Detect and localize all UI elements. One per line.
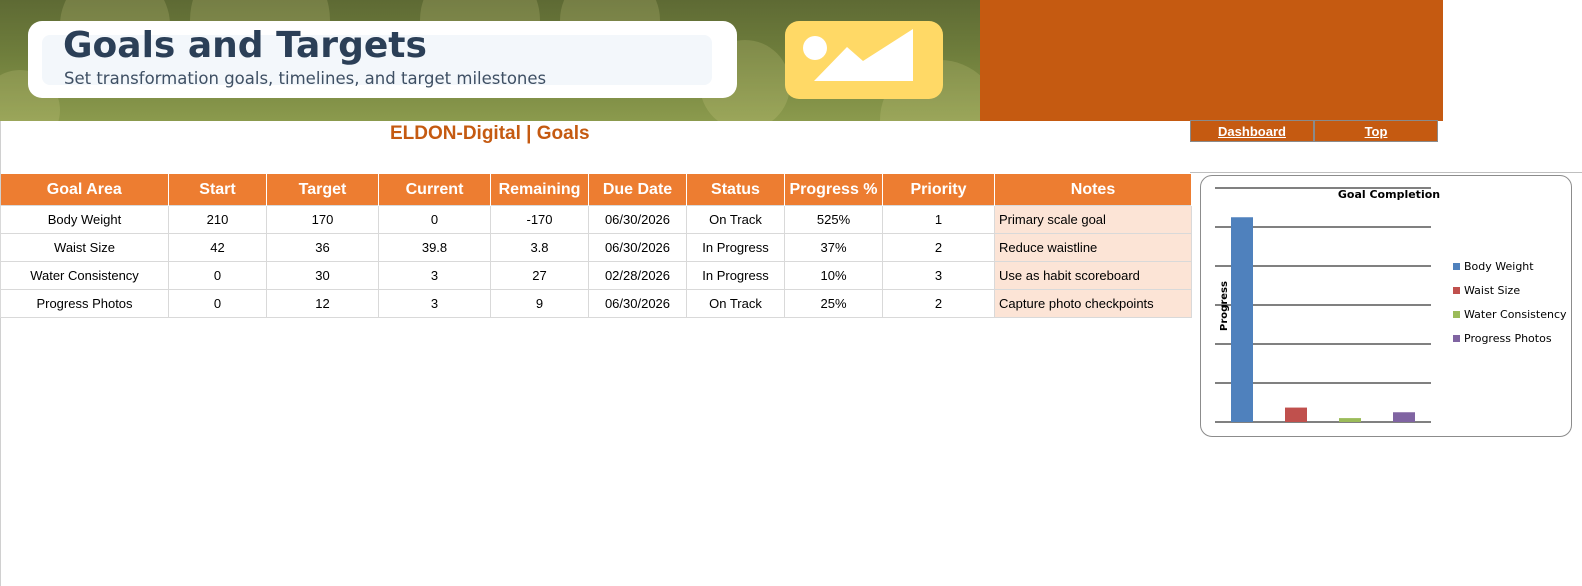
cell-current[interactable]: 0	[378, 205, 491, 234]
cell-progress[interactable]: 10%	[784, 261, 883, 290]
cell-current[interactable]: 3	[378, 261, 491, 290]
bar-water-consistency	[1339, 418, 1361, 422]
column-header-status[interactable]: Status	[686, 174, 785, 206]
bar-waist-size	[1285, 407, 1307, 422]
cell-goal-area[interactable]: Water Consistency	[0, 261, 169, 290]
column-header-due-date[interactable]: Due Date	[588, 174, 687, 206]
column-header-progress[interactable]: Progress %	[784, 174, 883, 206]
column-header-goal-area[interactable]: Goal Area	[0, 174, 169, 206]
cell-progress[interactable]: 525%	[784, 205, 883, 234]
cell-status[interactable]: On Track	[686, 205, 785, 234]
table-row: Water Consistency 0 30 3 27 02/28/2026 I…	[0, 261, 1192, 290]
nav-bar: Dashboard Top	[1190, 120, 1438, 142]
header-accent-block	[980, 0, 1443, 121]
cell-remaining[interactable]: -170	[490, 205, 589, 234]
cell-start[interactable]: 0	[168, 261, 267, 290]
title-card: Goals and Targets Set transformation goa…	[28, 21, 737, 98]
cell-priority[interactable]: 1	[882, 205, 995, 234]
legend-swatch	[1453, 263, 1460, 270]
cell-target[interactable]: 12	[266, 289, 379, 318]
column-header-notes[interactable]: Notes	[994, 174, 1192, 206]
table-row: Progress Photos 0 12 3 9 06/30/2026 On T…	[0, 289, 1192, 318]
legend-label: Water Consistency	[1464, 308, 1567, 321]
cell-target[interactable]: 30	[266, 261, 379, 290]
cell-current[interactable]: 39.8	[378, 233, 491, 262]
column-header-remaining[interactable]: Remaining	[490, 174, 589, 206]
chart-title: Goal Completion	[1338, 188, 1440, 201]
cell-start[interactable]: 210	[168, 205, 267, 234]
cell-remaining[interactable]: 27	[490, 261, 589, 290]
cell-goal-area[interactable]: Waist Size	[0, 233, 169, 262]
cell-progress[interactable]: 37%	[784, 233, 883, 262]
legend-label: Progress Photos	[1464, 332, 1552, 345]
cell-status[interactable]: On Track	[686, 289, 785, 318]
page-title: Goals and Targets	[63, 25, 427, 66]
legend-swatch	[1453, 287, 1460, 294]
cell-priority[interactable]: 2	[882, 233, 995, 262]
header-rule	[1190, 172, 1582, 173]
cell-goal-area[interactable]: Body Weight	[0, 205, 169, 234]
header-banner: Goals and Targets Set transformation goa…	[0, 0, 980, 121]
cell-priority[interactable]: 2	[882, 289, 995, 318]
legend-swatch	[1453, 311, 1460, 318]
cell-remaining[interactable]: 3.8	[490, 233, 589, 262]
cell-priority[interactable]: 3	[882, 261, 995, 290]
page-subtitle: Set transformation goals, timelines, and…	[64, 69, 547, 88]
cell-status[interactable]: In Progress	[686, 261, 785, 290]
cell-current[interactable]: 3	[378, 289, 491, 318]
cell-notes[interactable]: Use as habit scoreboard	[994, 261, 1192, 290]
y-axis-label: Progress	[1219, 281, 1230, 331]
bar-progress-photos	[1393, 412, 1415, 422]
cell-remaining[interactable]: 9	[490, 289, 589, 318]
cell-due-date[interactable]: 06/30/2026	[588, 289, 687, 318]
cell-start[interactable]: 42	[168, 233, 267, 262]
dashboard-link[interactable]: Dashboard	[1190, 120, 1314, 142]
bar-body-weight	[1231, 217, 1253, 422]
table-row: Body Weight 210 170 0 -170 06/30/2026 On…	[0, 205, 1192, 234]
table-header-row: Goal Area Start Target Current Remaining…	[0, 174, 1192, 206]
column-header-priority[interactable]: Priority	[882, 174, 995, 206]
cell-notes[interactable]: Capture photo checkpoints	[994, 289, 1192, 318]
column-header-target[interactable]: Target	[266, 174, 379, 206]
chart-canvas: Goal Completion Progress Body Weight Waist …	[1215, 187, 1567, 423]
brand-label: ELDON-Digital | Goals	[390, 123, 590, 144]
legend-label: Waist Size	[1464, 284, 1520, 297]
image-placeholder	[785, 21, 943, 99]
goals-table: Goal Area Start Target Current Remaining…	[0, 174, 1192, 318]
cell-due-date[interactable]: 02/28/2026	[588, 261, 687, 290]
top-link[interactable]: Top	[1314, 120, 1438, 142]
column-header-start[interactable]: Start	[168, 174, 267, 206]
legend-swatch	[1453, 335, 1460, 342]
cell-due-date[interactable]: 06/30/2026	[588, 205, 687, 234]
cell-notes[interactable]: Reduce waistline	[994, 233, 1192, 262]
cell-due-date[interactable]: 06/30/2026	[588, 233, 687, 262]
cell-start[interactable]: 0	[168, 289, 267, 318]
cell-status[interactable]: In Progress	[686, 233, 785, 262]
cell-goal-area[interactable]: Progress Photos	[0, 289, 169, 318]
cell-target[interactable]: 36	[266, 233, 379, 262]
cell-progress[interactable]: 25%	[784, 289, 883, 318]
cell-notes[interactable]: Primary scale goal	[994, 205, 1192, 234]
table-row: Waist Size 42 36 39.8 3.8 06/30/2026 In …	[0, 233, 1192, 262]
column-header-current[interactable]: Current	[378, 174, 491, 206]
legend-label: Body Weight	[1464, 260, 1534, 273]
image-placeholder-icon	[803, 29, 913, 81]
goal-completion-chart[interactable]: Goal Completion Progress Body Weight Waist …	[1200, 175, 1572, 437]
cell-target[interactable]: 170	[266, 205, 379, 234]
